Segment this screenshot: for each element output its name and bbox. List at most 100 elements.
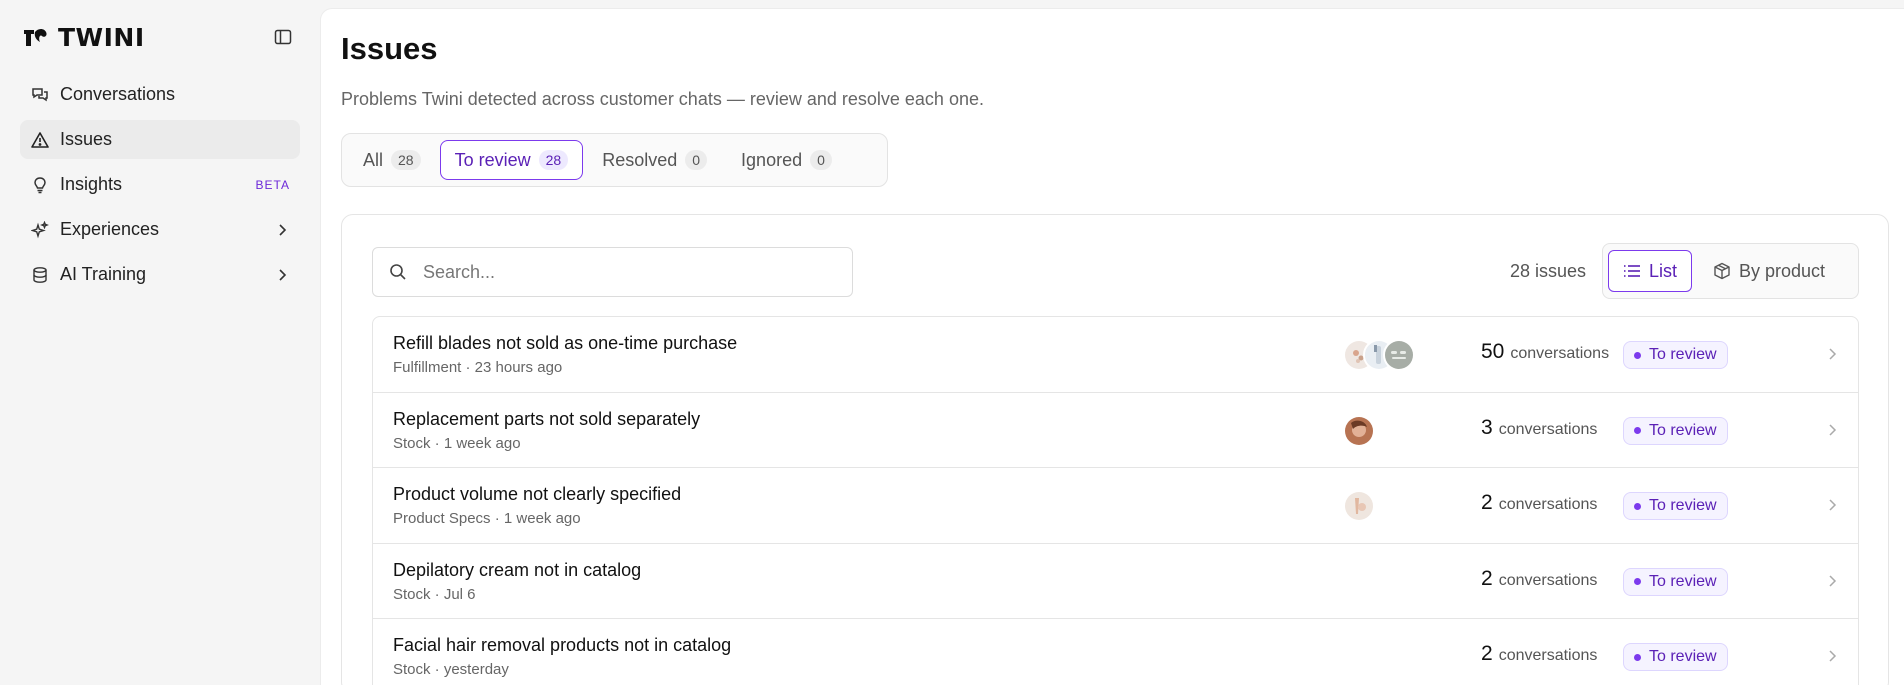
issue-title: Refill blades not sold as one-time purch… [393, 333, 738, 353]
chevron-right-icon [1823, 572, 1841, 590]
sidebar: TWINI Conversations Issues Insights BETA… [0, 0, 319, 685]
conversation-label: conversations [1510, 345, 1610, 362]
conversation-count: 50 conversations [1481, 340, 1609, 364]
conversations-icon [30, 85, 50, 105]
tab-count: 0 [685, 150, 708, 170]
tab-ignored[interactable]: Ignored 0 [726, 140, 847, 180]
brand[interactable]: TWINI [22, 22, 145, 52]
conversation-number: 3 [1481, 415, 1493, 439]
list-icon [1623, 262, 1641, 280]
product-thumbnail [1343, 490, 1375, 522]
issue-row[interactable]: Depilatory cream not in catalog Stock · … [373, 544, 1858, 619]
issue-count: 28 issues [1510, 261, 1587, 281]
sidebar-toggle-button[interactable] [272, 26, 294, 48]
product-avatars [1343, 339, 1415, 371]
conversation-count: 3 conversations [1481, 416, 1597, 440]
status-label: To review [1649, 497, 1717, 514]
sidebar-panel-icon [274, 29, 292, 45]
tab-count: 0 [810, 150, 832, 170]
sparkles-icon [30, 220, 50, 240]
view-toggle: List By product [1602, 243, 1859, 299]
view-list-button[interactable]: List [1608, 250, 1693, 292]
status-dot-icon [1634, 351, 1641, 359]
search-input[interactable] [423, 261, 823, 283]
chevron-right-icon [1823, 647, 1841, 665]
status-badge: To review [1623, 341, 1728, 369]
status-dot-icon [1634, 578, 1641, 585]
tab-resolved[interactable]: Resolved 0 [587, 140, 722, 180]
issue-meta: Stock · yesterday [393, 661, 509, 678]
issue-meta: Product Specs · 1 week ago [393, 510, 581, 527]
tab-to-review[interactable]: To review 28 [439, 140, 584, 180]
chevron-right-icon [1823, 421, 1841, 439]
issue-row[interactable]: Facial hair removal products not in cata… [373, 619, 1858, 685]
brand-name: TWINI [58, 22, 145, 52]
status-label: To review [1649, 572, 1717, 590]
conversation-number: 50 [1481, 340, 1505, 363]
search-box[interactable] [372, 247, 853, 297]
sidebar-item-label: Conversations [60, 84, 176, 104]
issue-title: Depilatory cream not in catalog [393, 559, 642, 580]
sidebar-item-ai-training[interactable]: AI Training [20, 255, 300, 294]
status-badge: To review [1623, 567, 1728, 596]
twini-logo-icon [22, 26, 52, 48]
chevron-right-icon [1823, 345, 1841, 363]
tab-label: All [363, 149, 384, 170]
view-by-product-button[interactable]: By product [1698, 250, 1840, 292]
sidebar-item-experiences[interactable]: Experiences [20, 210, 300, 249]
database-icon [30, 265, 50, 285]
issue-title: Replacement parts not sold separately [393, 408, 701, 429]
conversation-number: 2 [1481, 491, 1493, 514]
status-label: To review [1649, 346, 1717, 363]
conversation-count: 2 conversations [1481, 642, 1597, 666]
conversation-label: conversations [1498, 571, 1598, 589]
issue-meta: Fulfillment · 23 hours ago [393, 359, 563, 376]
view-by-product-label: By product [1739, 260, 1826, 281]
status-badge: To review [1623, 492, 1728, 520]
chevron-right-icon [274, 267, 290, 283]
issue-row[interactable]: Product volume not clearly specified Pro… [373, 468, 1858, 544]
status-label: To review [1649, 648, 1717, 665]
view-list-label: List [1649, 260, 1678, 281]
search-icon [389, 262, 409, 282]
status-dot-icon [1634, 653, 1641, 661]
sidebar-item-label: Insights [60, 174, 123, 194]
status-dot-icon [1634, 427, 1641, 434]
sidebar-item-insights[interactable]: Insights BETA [20, 165, 300, 204]
tab-label: Ignored [741, 149, 803, 170]
chevron-right-icon [1823, 496, 1841, 514]
tab-count: 28 [391, 150, 421, 170]
main-panel: Issues Problems Twini detected across cu… [320, 8, 1904, 685]
product-thumbnail [1343, 414, 1375, 447]
issue-meta: Stock · Jul 6 [393, 585, 476, 603]
status-dot-icon [1634, 502, 1641, 510]
sidebar-item-conversations[interactable]: Conversations [20, 75, 300, 114]
page-title: Issues [341, 31, 438, 66]
sidebar-item-issues[interactable]: Issues [20, 120, 300, 159]
tab-count: 28 [538, 150, 569, 170]
tab-label: Resolved [602, 149, 678, 170]
conversation-number: 2 [1481, 566, 1493, 590]
status-label: To review [1649, 421, 1717, 439]
beta-badge: BETA [255, 177, 290, 192]
conversation-count: 2 conversations [1481, 491, 1597, 515]
product-thumbnail [1383, 339, 1415, 371]
status-badge: To review [1623, 643, 1728, 671]
conversation-count: 2 conversations [1481, 567, 1597, 591]
issue-title: Product volume not clearly specified [393, 484, 682, 504]
product-avatars [1343, 414, 1375, 447]
issue-row[interactable]: Replacement parts not sold separately St… [373, 393, 1858, 468]
warning-triangle-icon [30, 130, 50, 150]
sidebar-item-label: Experiences [60, 219, 160, 239]
issue-row[interactable]: Refill blades not sold as one-time purch… [373, 317, 1858, 393]
issue-list: Refill blades not sold as one-time purch… [372, 316, 1859, 685]
status-badge: To review [1623, 416, 1728, 445]
tab-all[interactable]: All 28 [348, 140, 436, 180]
conversation-label: conversations [1498, 420, 1598, 438]
tab-label: To review [454, 149, 531, 170]
sidebar-item-label: AI Training [60, 264, 147, 284]
conversation-label: conversations [1498, 496, 1598, 513]
sidebar-item-label: Issues [60, 129, 113, 149]
page-subtitle: Problems Twini detected across customer … [341, 89, 984, 109]
lightbulb-icon [30, 175, 50, 195]
